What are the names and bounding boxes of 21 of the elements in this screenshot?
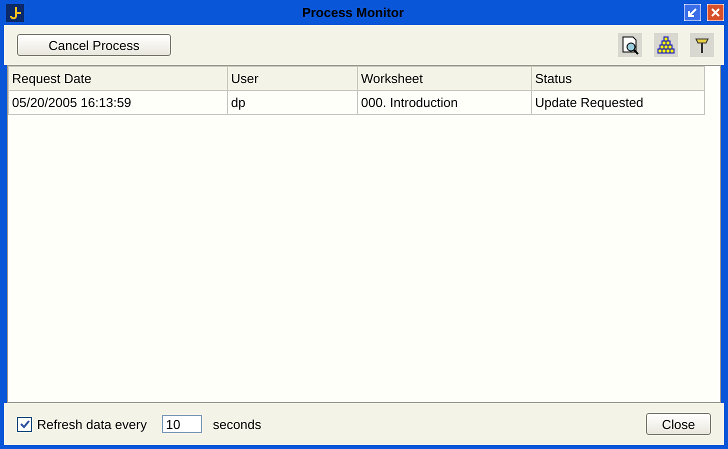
app-icon [6, 4, 24, 22]
column-header[interactable]: User [228, 66, 358, 90]
table-cell: 000. Introduction [358, 90, 532, 114]
restore-icon[interactable] [684, 4, 701, 21]
close-button[interactable]: Close [646, 413, 711, 435]
column-header[interactable]: Worksheet [358, 66, 532, 90]
cancel-process-button[interactable]: Cancel Process [17, 34, 171, 56]
table-cell: dp [228, 90, 358, 114]
table-cell: 05/20/2005 16:13:59 [8, 90, 228, 114]
refresh-label: Refresh data every [37, 416, 147, 432]
seconds-label: seconds [212, 416, 262, 432]
column-header[interactable]: Status [532, 66, 704, 90]
interval-field[interactable]: 10 [162, 415, 202, 433]
filter-icon[interactable] [690, 33, 714, 57]
refresh-checkbox[interactable] [17, 416, 32, 432]
window-title: Process Monitor [301, 5, 405, 20]
table-cell: Update Requested [532, 90, 704, 114]
pyramid-icon[interactable] [654, 33, 678, 57]
document-search-icon[interactable] [618, 33, 642, 57]
close-icon[interactable] [707, 4, 724, 21]
column-header[interactable]: Request Date [8, 66, 228, 90]
